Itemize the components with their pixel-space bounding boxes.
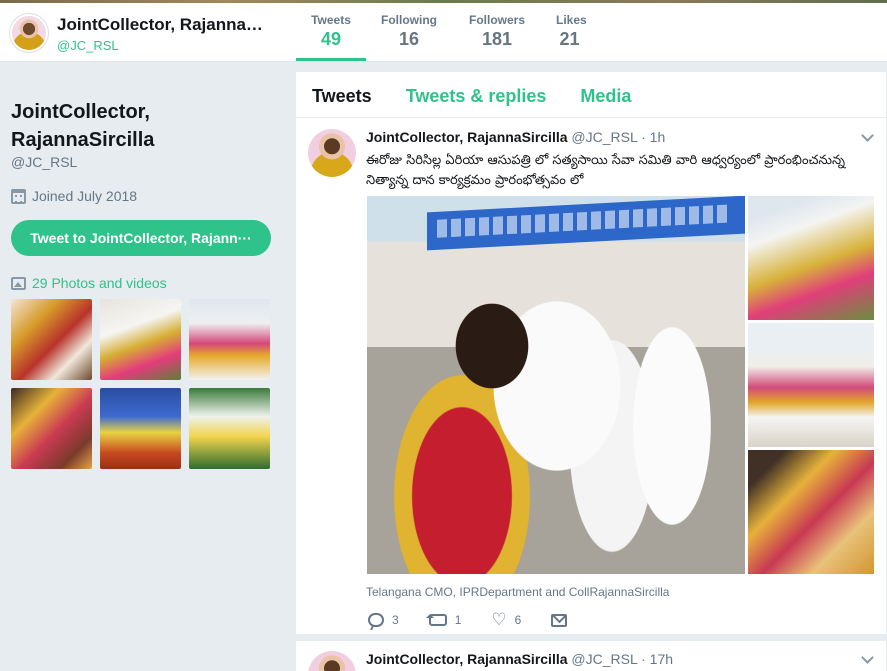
tab-tweets[interactable]: Tweets (312, 72, 372, 117)
stat-tweets[interactable]: Tweets 49 (296, 3, 366, 61)
profile-stats: Tweets 49 Following 16 Followers 181 Lik… (296, 3, 597, 61)
tab-tweets-and-replies[interactable]: Tweets & replies (406, 72, 547, 117)
tweet-author-name[interactable]: JointCollector, RajannaSircilla (366, 129, 568, 145)
tweet-author-name[interactable]: JointCollector, RajannaSircilla (366, 651, 568, 667)
stat-label: Tweets (311, 13, 351, 27)
timeline-tabs: Tweets Tweets & replies Media (296, 72, 886, 118)
direct-message-button[interactable] (551, 613, 568, 627)
retweet-count: 1 (454, 613, 462, 627)
heart-icon: ♡ (491, 610, 507, 629)
tweet-photo[interactable] (748, 323, 874, 447)
retweet-icon (425, 614, 447, 626)
mini-avatar[interactable] (10, 14, 48, 52)
tweet[interactable]: JointCollector, RajannaSircilla @JC_RSL … (296, 119, 886, 637)
photo-thumbnail[interactable] (11, 388, 92, 469)
stat-value: 181 (481, 29, 513, 49)
header-handle: @JC_RSL (57, 38, 119, 53)
stat-value: 21 (559, 29, 580, 49)
tweet-actions: 3 1 ♡ 6 (368, 611, 597, 629)
tweet-text: ఈరోజు సిరిసిల్ల ఏరియా ఆసుపత్రి లో సత్యసా… (366, 153, 846, 188)
photo-thumbnail[interactable] (189, 299, 270, 380)
joined-text: Joined July 2018 (32, 188, 138, 204)
tweet-photo-main[interactable] (367, 196, 745, 574)
chevron-down-icon[interactable] (861, 129, 874, 142)
stat-value: 16 (398, 29, 420, 49)
calendar-icon (11, 188, 26, 204)
tweet-to-button[interactable]: Tweet to JointCollector, Rajann··· (11, 220, 271, 256)
joined-date: Joined July 2018 (11, 188, 273, 204)
stat-likes[interactable]: Likes 21 (542, 3, 597, 61)
photo-grid (11, 299, 273, 469)
stat-label: Following (381, 13, 437, 27)
chevron-down-icon[interactable] (861, 651, 874, 664)
photo-banner-detail (427, 196, 745, 251)
envelope-icon (551, 613, 568, 627)
photo-icon (11, 276, 26, 290)
tweet-handle-time[interactable]: @JC_RSL · 17h (571, 651, 673, 667)
photo-thumbnail[interactable] (189, 388, 270, 469)
header-name: JointCollector, Rajanna… (57, 15, 263, 34)
stat-label: Likes (556, 13, 587, 27)
like-count: 6 (514, 613, 522, 627)
tweet[interactable]: JointCollector, RajannaSircilla @JC_RSL … (296, 640, 886, 671)
timeline: Tweets Tweets & replies Media JointColle… (296, 72, 886, 671)
reply-button[interactable]: 3 (368, 613, 399, 627)
profile-handle[interactable]: @JC_RSL (11, 154, 273, 170)
tweet-header: JointCollector, RajannaSircilla @JC_RSL … (366, 651, 673, 667)
profile-name-line1[interactable]: JointCollector, (11, 98, 273, 126)
reply-icon (368, 613, 384, 627)
profile-sidebar: JointCollector, RajannaSircilla @JC_RSL … (11, 98, 273, 469)
stat-following[interactable]: Following 16 (366, 3, 452, 61)
retweet-button[interactable]: 1 (425, 613, 462, 627)
tweet-media (367, 196, 874, 574)
tweet-avatar[interactable] (308, 651, 356, 671)
tweet-avatar[interactable] (308, 129, 356, 177)
tweet-photo[interactable] (748, 196, 874, 320)
reply-count: 3 (392, 613, 399, 627)
photo-tags[interactable]: Telangana CMO, IPRDepartment and CollRaj… (366, 585, 669, 599)
profile-name-line2[interactable]: RajannaSircilla (11, 126, 273, 154)
photo-thumbnail[interactable] (100, 299, 181, 380)
photo-thumbnail[interactable] (100, 388, 181, 469)
tab-media[interactable]: Media (580, 72, 631, 117)
tweet-header: JointCollector, RajannaSircilla @JC_RSL … (366, 129, 665, 145)
photo-thumbnail[interactable] (11, 299, 92, 380)
stat-value: 49 (320, 29, 342, 49)
photos-link-label[interactable]: 29 Photos and videos (32, 275, 167, 291)
like-button[interactable]: ♡ 6 (491, 610, 522, 629)
photos-and-videos-link[interactable]: 29 Photos and videos (11, 275, 273, 291)
tweet-photo[interactable] (748, 450, 874, 574)
stat-label: Followers (468, 13, 525, 27)
tweet-handle-time[interactable]: @JC_RSL · 1h (571, 129, 665, 145)
stat-followers[interactable]: Followers 181 (452, 3, 542, 61)
